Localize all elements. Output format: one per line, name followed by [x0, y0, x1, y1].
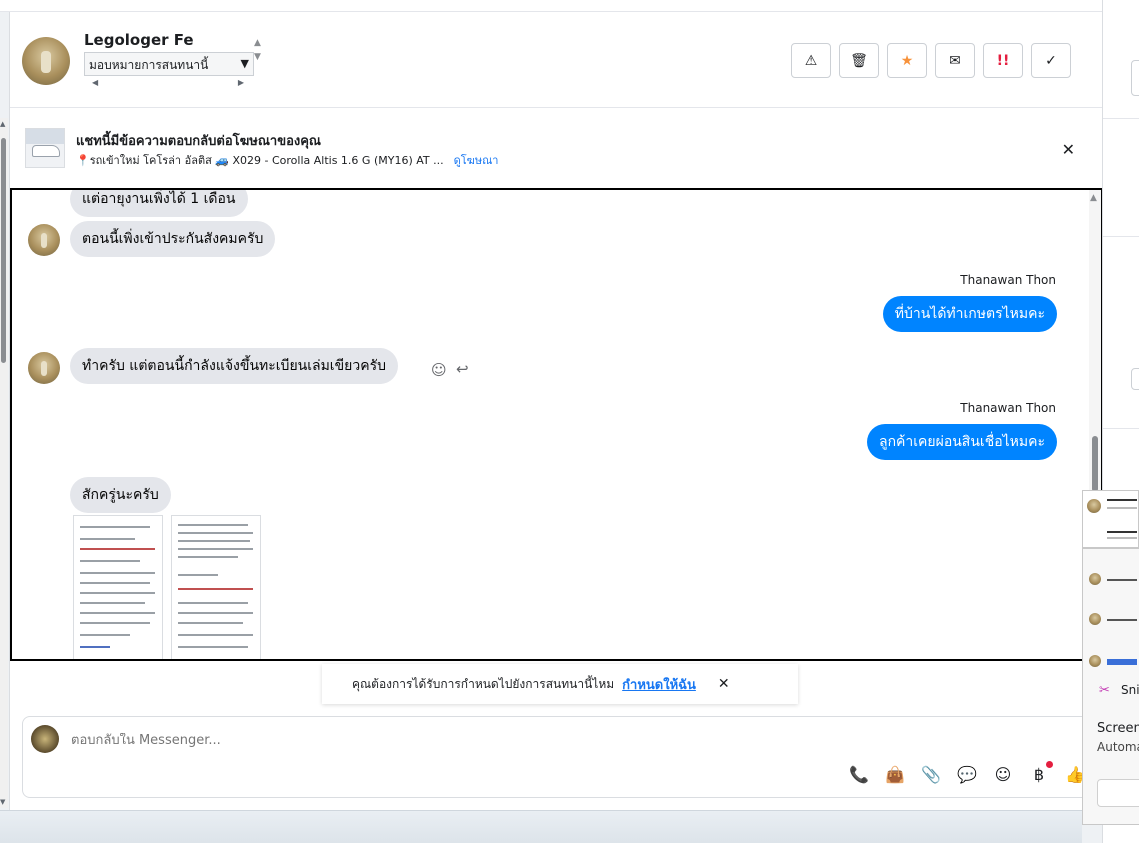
- image-attachment[interactable]: [73, 515, 163, 659]
- assign-to-me-link[interactable]: กำหนดให้ฉัน: [622, 674, 696, 695]
- pin-icon: 📍: [76, 154, 90, 167]
- spam-button[interactable]: !!: [983, 43, 1023, 78]
- delete-button[interactable]: 🗑: [839, 43, 879, 78]
- snip-heading: Screenshot copied to clipboard: [1097, 721, 1139, 736]
- shopping-bag-icon[interactable]: 👜: [884, 765, 906, 784]
- snip-preview-header: [1082, 490, 1139, 548]
- scroll-left-icon[interactable]: ◀: [92, 78, 98, 87]
- sender-avatar[interactable]: [28, 224, 60, 256]
- reply-icon[interactable]: ↩: [456, 360, 469, 378]
- message-bubble-outgoing[interactable]: ลูกค้าเคยผ่อนสินเชื่อไหมคะ: [866, 424, 1057, 460]
- mark-unread-button[interactable]: ✉: [935, 43, 975, 78]
- scroll-up-icon[interactable]: ▲: [0, 120, 5, 128]
- reply-composer: 📞 👜 📎 💬 ☺ ฿ 👍: [22, 716, 1103, 798]
- sender-avatar[interactable]: [28, 352, 60, 384]
- assign-prompt-text: คุณต้องการได้รับการกำหนดไปยังการสนทนานี้…: [352, 676, 615, 691]
- preview-avatar: [1087, 499, 1101, 513]
- contact-avatar[interactable]: [22, 37, 70, 85]
- ad-thumbnail[interactable]: [25, 128, 65, 168]
- contact-name[interactable]: Legologer Fe: [84, 31, 194, 49]
- baht-glyph: ฿: [1033, 765, 1045, 784]
- react-emoji-icon[interactable]: ☺: [431, 361, 447, 379]
- details-field[interactable]: [1131, 60, 1139, 96]
- scroll-up-icon[interactable]: ▲: [1090, 193, 1097, 203]
- conversation-header: Legologer Fe มอบหมายการสนทนานี้ ▼ ▲ ▼ ◀ ▶…: [10, 12, 1103, 108]
- left-scroll-thumb[interactable]: [1, 138, 6, 363]
- envelope-icon: ✉: [949, 52, 961, 69]
- composer-toolbar: 📞 👜 📎 💬 ☺ ฿ 👍: [848, 761, 1086, 784]
- message-bubble-incoming[interactable]: สักครู่นะครับ: [70, 477, 171, 513]
- assign-select-label: มอบหมายการสนทนานี้: [89, 58, 209, 72]
- star-icon: ★: [900, 52, 914, 69]
- spam-icon: !!: [996, 52, 1010, 69]
- header-actions: ⚠ 🗑 ★ ✉ !! ✓: [791, 43, 1071, 78]
- conversation-panel: Legologer Fe มอบหมายการสนทนานี้ ▼ ▲ ▼ ◀ ▶…: [9, 12, 1103, 810]
- left-scrollbar[interactable]: ▲ ▼: [0, 118, 8, 808]
- view-ad-link[interactable]: ดูโฆษณา: [454, 154, 499, 167]
- sender-name: Thanawan Thon: [960, 401, 1056, 415]
- ad-reply-banner: แชทนี้มีข้อความตอบกลับต่อโฆษณาของคุณ 📍รถ…: [10, 108, 1103, 188]
- notification-dot: [1046, 761, 1053, 768]
- close-icon[interactable]: ✕: [718, 676, 730, 692]
- details-checkbox[interactable]: [1131, 368, 1139, 390]
- snipping-tool-notification[interactable]: ✂ Snipping Tool Screenshot copied to cli…: [1082, 548, 1139, 825]
- trash-icon: 🗑: [850, 52, 868, 69]
- preview-avatar: [1089, 613, 1101, 625]
- select-hscroll[interactable]: ◀ ▶: [92, 78, 244, 88]
- assign-conversation-select[interactable]: มอบหมายการสนทนานี้ ▼: [84, 52, 254, 76]
- message-bubble-outgoing[interactable]: ที่บ้านได้ทำเกษตรไหมคะ: [882, 296, 1057, 332]
- top-edge: [0, 0, 1102, 12]
- ad-banner-subtitle: 📍รถเข้าใหม่ โคโรล่า อัลติส 🚙 X029 - Coro…: [76, 151, 498, 169]
- app-root: ▲ ▼ Legologer Fe มอบหมายการสนทนานี้ ▼ ▲ ▼…: [0, 0, 1139, 843]
- emoji-icon[interactable]: ☺: [992, 765, 1014, 784]
- baht-payment-icon[interactable]: ฿: [1028, 761, 1053, 784]
- taskbar: [0, 810, 1082, 843]
- image-attachment[interactable]: [171, 515, 261, 659]
- select-spinner[interactable]: ▲ ▼: [254, 36, 261, 64]
- sender-name: Thanawan Thon: [960, 273, 1056, 287]
- message-bubble-incoming[interactable]: แต่อายุงานเพิ่งได้ 1 เดือน: [70, 190, 248, 217]
- preview-avatar: [1089, 573, 1101, 585]
- scroll-right-icon[interactable]: ▶: [238, 78, 244, 87]
- ad-subtitle-text: รถเข้าใหม่ โคโรล่า อัลติส 🚙 X029 - Corol…: [89, 154, 444, 167]
- scroll-down-icon[interactable]: ▼: [0, 798, 5, 806]
- message-list[interactable]: แต่อายุงานเพิ่งได้ 1 เดือน ตอนนี้เพิ่งเข…: [10, 188, 1103, 661]
- page-avatar: [31, 725, 59, 753]
- warning-icon: ⚠: [804, 52, 818, 69]
- attachment-icon[interactable]: 📎: [920, 765, 942, 784]
- preview-avatar: [1089, 655, 1101, 667]
- report-button[interactable]: ⚠: [791, 43, 831, 78]
- close-banner-button[interactable]: ✕: [1062, 140, 1075, 159]
- check-icon: ✓: [1045, 52, 1057, 69]
- reply-input[interactable]: [71, 733, 771, 748]
- snip-app-title: Snipping Tool: [1121, 683, 1139, 697]
- message-bubble-incoming[interactable]: ตอนนี้เพิ่งเข้าประกันสังคมครับ: [70, 221, 276, 257]
- message-scroll-thumb[interactable]: [1092, 436, 1098, 492]
- ad-banner-title: แชทนี้มีข้อความตอบกลับต่อโฆษณาของคุณ: [76, 134, 321, 149]
- snip-subtext: Automatically saved to screenshots folde…: [1097, 740, 1139, 754]
- message-bubble-incoming[interactable]: ทำครับ แต่ตอนนี้กำลังแจ้งขึ้นทะเบียนเล่ม…: [70, 348, 399, 384]
- assign-prompt-toast: คุณต้องการได้รับการกำหนดไปยังการสนทนานี้…: [322, 664, 798, 704]
- call-icon[interactable]: 📞: [848, 765, 870, 784]
- chevron-down-icon: ▼: [240, 57, 249, 70]
- done-button[interactable]: ✓: [1031, 43, 1071, 78]
- snipping-tool-icon: ✂: [1099, 683, 1110, 698]
- snip-action-button[interactable]: [1097, 779, 1139, 807]
- star-button[interactable]: ★: [887, 43, 927, 78]
- saved-replies-icon[interactable]: 💬: [956, 765, 978, 784]
